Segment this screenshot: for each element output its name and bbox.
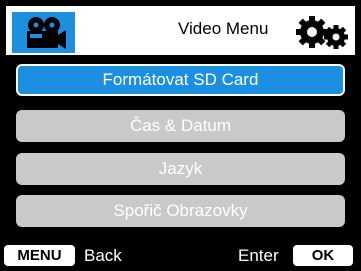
dashcam-screen: Video Menu Formátovat SD Card Čas & Datu… bbox=[0, 0, 361, 271]
menu-item-time-date[interactable]: Čas & Datum bbox=[16, 110, 345, 142]
video-camera-icon bbox=[27, 17, 66, 49]
gears-icon bbox=[296, 16, 348, 49]
header-bar: Video Menu bbox=[6, 6, 355, 55]
enter-label: Enter bbox=[238, 246, 279, 265]
footer-bar: MENU Back Enter OK bbox=[0, 242, 361, 268]
back-label: Back bbox=[84, 246, 122, 265]
menu-key-button[interactable]: MENU bbox=[4, 245, 75, 266]
menu-item-language[interactable]: Jazyk bbox=[16, 153, 345, 185]
menu-item-screen-saver[interactable]: Spořič Obrazovky bbox=[16, 195, 345, 227]
settings-tab[interactable] bbox=[292, 10, 351, 53]
ok-key-button[interactable]: OK bbox=[293, 245, 353, 266]
menu-item-format-sd-card[interactable]: Formátovat SD Card bbox=[16, 64, 345, 96]
video-mode-tab[interactable] bbox=[12, 12, 75, 53]
page-title: Video Menu bbox=[178, 19, 269, 38]
